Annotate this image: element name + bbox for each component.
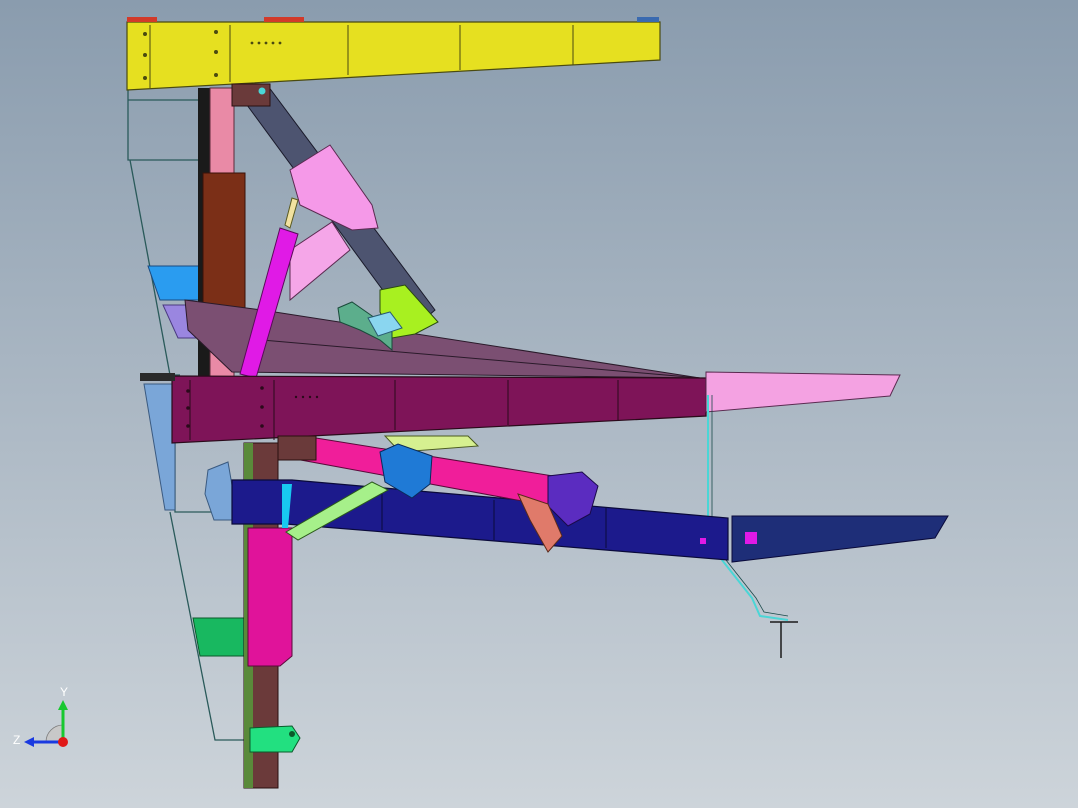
step-plate-lightblue[interactable] (143, 383, 176, 511)
step-plate-blue[interactable] (147, 265, 201, 301)
upper-arm-pivot[interactable] (231, 83, 271, 107)
z-axis-label: Z (13, 733, 20, 747)
view-triad[interactable]: Y Z (8, 684, 80, 756)
cad-assembly-model[interactable] (0, 0, 1078, 808)
step-plate-green[interactable] (192, 617, 247, 657)
foot-bracket[interactable] (249, 725, 301, 753)
pipe-stand[interactable] (770, 621, 798, 658)
lower-beam-marker-small (700, 538, 706, 544)
cylinder-rod[interactable] (284, 197, 299, 229)
x-axis-dot (58, 737, 68, 747)
top-beam[interactable] (126, 17, 661, 91)
foot-bracket-hole (289, 731, 295, 737)
lower-arm-pivot[interactable] (277, 435, 317, 461)
middle-beam[interactable] (171, 375, 707, 444)
middle-beam-cap (140, 373, 175, 381)
hanging-pipe[interactable] (707, 395, 789, 621)
pivot-pin (258, 87, 266, 95)
y-axis-label: Y (60, 685, 68, 699)
lower-beam-extension[interactable] (731, 515, 949, 563)
lower-clamp[interactable] (247, 527, 293, 667)
lower-beam-marker (745, 532, 757, 544)
middle-beam-extension[interactable] (705, 371, 901, 413)
graphics-viewport[interactable]: Y Z (0, 0, 1078, 808)
hanging-pipe-outline (711, 395, 789, 617)
y-axis-arrow (58, 700, 68, 710)
z-axis-arrow (24, 737, 34, 747)
mast-clamp[interactable] (202, 172, 246, 314)
